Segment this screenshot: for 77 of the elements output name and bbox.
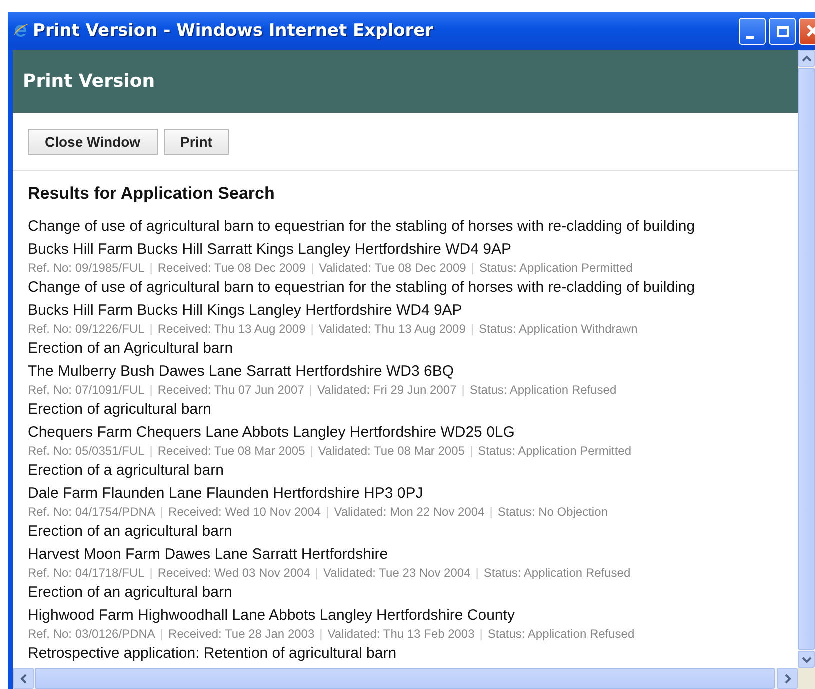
minimize-button[interactable] [739,18,766,44]
separator: | [470,321,474,338]
maximize-button[interactable] [769,18,796,44]
separator: | [150,382,153,399]
separator: | [310,443,314,460]
separator: | [150,321,153,338]
application-detail: Ref. No: 09/1985/FUL [28,260,145,277]
application-detail: Received: Tue 28 Jan 2003 [168,626,315,643]
separator: | [310,260,314,277]
window-title: Print Version - Windows Internet Explorer [33,21,434,41]
separator: | [150,443,153,460]
application-detail: Received: Tue 08 Mar 2005 [158,443,306,460]
separator: | [471,260,474,277]
application-detail: Received: Wed 03 Nov 2004 [158,565,310,582]
application-detail: Status: Application Refused [484,565,631,582]
application-address: Bucks Hill Farm Bucks Hill Kings Langley Hertfordshire WD4 9AP [28,301,464,320]
page-header-title: Print Version [23,71,156,92]
application-address: Harvest Moon Farm Dawes Lane Sarratt Hertfordshire [28,545,390,564]
separator: | [160,504,164,521]
application-detail: Received: Thu 13 Aug 2009 [158,321,306,338]
application-address: The Mulberry Bush Dawes Lane Sarratt Hertfordshire WD3 6BQ [28,362,455,381]
print-button[interactable]: Print [164,129,230,155]
scroll-down-icon[interactable] [798,651,815,668]
application-description: Erection of a agricultural barn [28,461,225,480]
separator: | [462,382,465,399]
application-detail: Validated: Mon 22 Nov 2004 [334,504,485,521]
application-description: Erection of agricultural barn [28,400,212,419]
separator: | [470,443,474,460]
separator: | [320,626,323,643]
results-heading: Results for Application Search [28,183,276,205]
application-detail: Status: No Objection [498,504,608,521]
application-detail: Ref. No: 03/0126/PDNA [28,626,156,643]
application-detail: Validated: Thu 13 Feb 2003 [328,626,475,643]
separator: | [309,382,313,399]
scroll-right-icon[interactable] [777,668,798,689]
application-description: Erection of an Agricultural barn [28,339,234,358]
separator: | [310,321,314,338]
application-detail: Validated: Fri 29 Jun 2007 [318,382,457,399]
application-detail: Status: Application Withdrawn [479,321,638,338]
application-detail: Status: Application Permitted [479,260,633,277]
application-detail: Status: Application Refused [470,382,617,399]
close-window-button[interactable]: Close Window [28,129,158,155]
application-detail: Received: Thu 07 Jun 2007 [158,382,304,399]
application-address: Dale Farm Flaunden Lane Flaunden Hertfordshire HP3 0PJ [28,484,424,503]
application-detail: Status: Application Refused [488,626,635,643]
application-detail: Received: Wed 10 Nov 2004 [168,504,322,521]
application-description: Change of use of agricultural barn to equestrian for the stabling of horses with re-cladding of building [28,278,696,297]
separator: | [480,626,483,643]
separator: | [160,626,164,643]
application-detail: Validated: Tue 23 Nov 2004 [324,565,471,582]
application-description: Erection of an agricultural barn [28,583,234,602]
scroll-left-icon[interactable] [13,668,34,689]
application-detail: Status: Application Permitted [478,443,632,460]
application-detail: Ref. No: 04/1754/PDNA [28,504,156,521]
scrollbar-corner [798,668,815,689]
application-description: Retrospective application: Retention of agricultural barn [28,644,398,663]
separator: | [476,565,479,582]
application-detail: Validated: Thu 13 Aug 2009 [318,321,466,338]
application-address: Bucks Hill Farm Bucks Hill Sarratt Kings Langley Hertfordshire WD4 9AP [28,240,512,259]
application-detail: Received: Tue 08 Dec 2009 [158,260,306,277]
application-detail: Ref. No: 04/1718/FUL [28,565,145,582]
separator: | [315,565,319,582]
application-detail: Validated: Tue 08 Mar 2005 [318,443,465,460]
separator: | [490,504,493,521]
application-detail: Ref. No: 07/1091/FUL [28,382,145,399]
application-address: Highwood Farm Highwoodhall Lane Abbots Langley Hertfordshire County [28,606,516,625]
application-detail: Validated: Tue 08 Dec 2009 [319,260,466,277]
separator: | [150,260,153,277]
application-description: Erection of an agricultural barn [28,522,234,541]
application-description: Change of use of agricultural barn to equestrian for the stabling of horses with re-cladding of building [28,217,696,236]
scroll-up-icon[interactable] [798,50,815,67]
separator: | [326,504,330,521]
separator: | [150,565,153,582]
application-detail: Ref. No: 05/0351/FUL [28,443,145,460]
ie-logo-icon [12,22,30,40]
application-address: Chequers Farm Chequers Lane Abbots Langley Hertfordshire WD25 0LG [28,423,516,442]
application-detail: Ref. No: 09/1226/FUL [28,321,145,338]
